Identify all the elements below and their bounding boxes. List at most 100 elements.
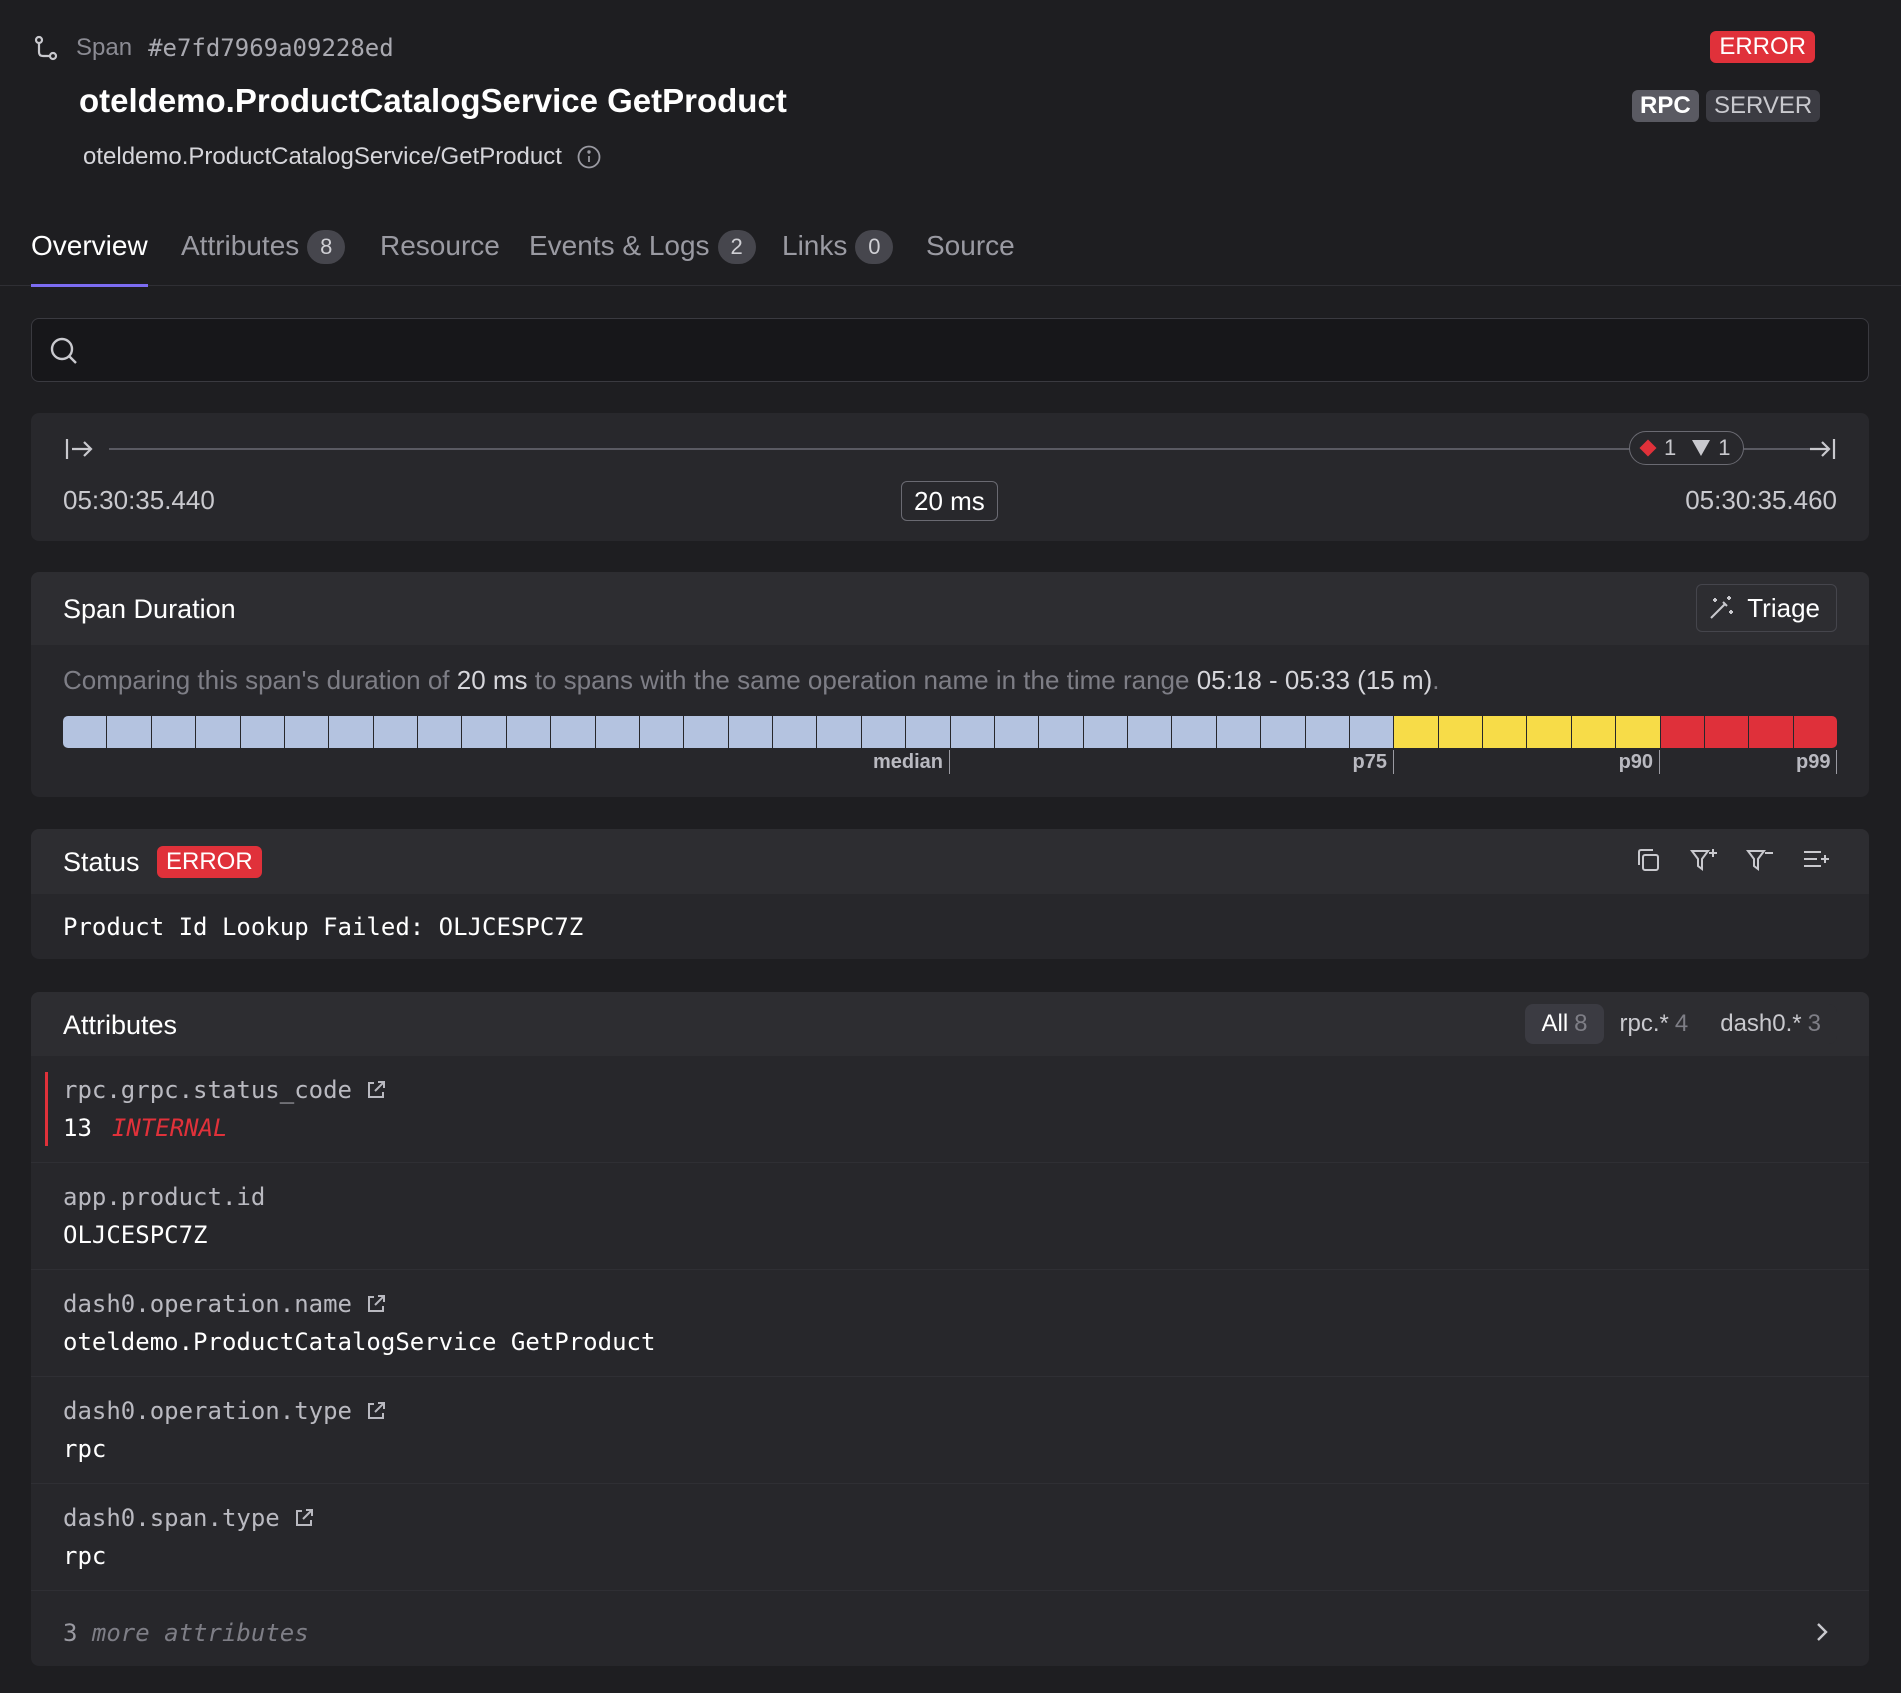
duration-histogram [63,716,1837,748]
status-title: Status [63,847,140,877]
error-marker-icon [1639,439,1657,457]
histogram-bucket [1704,716,1750,748]
attribute-key: dash0.operation.type [63,1397,388,1425]
filter-all[interactable]: All 8 [1525,1004,1604,1044]
histogram-bucket [950,716,995,748]
tab-label: Links [782,230,848,261]
jump-to-start-icon[interactable] [64,435,94,463]
more-attributes-row[interactable]: 3 more attributes [31,1599,1869,1666]
histogram-bucket [1216,716,1262,748]
status-actions [1633,845,1831,875]
filter-count: 4 [1674,1010,1689,1037]
attributes-card: Attributes All 8 rpc.* 4 dash0.* 3 rpc.grpc… [31,992,1869,1666]
tab-bar: Overview Attributes 8 Resource Events & L… [0,222,1901,287]
search-bar [31,318,1869,382]
search-input[interactable] [96,319,1856,381]
external-link-icon[interactable] [364,1292,388,1316]
page-title: oteldemo.ProductCatalogService GetProduc… [79,82,787,119]
external-link-icon[interactable] [364,1399,388,1423]
histogram-bucket [63,716,108,748]
histogram-bucket [728,716,773,748]
histogram-bucket [906,716,951,748]
histogram-bucket [196,716,241,748]
cmp-range: 05:18 - 05:33 (15 m) [1196,665,1433,695]
attribute-value-text: 13 [63,1114,92,1142]
histogram-bucket [1394,716,1439,748]
histogram-bucket [861,716,907,748]
filter-label: rpc.* [1619,1010,1669,1037]
tab-links[interactable]: Links 0 [782,222,894,286]
histogram-bucket [994,716,1040,748]
filter-label: dash0.* [1720,1010,1802,1037]
add-to-list-icon[interactable] [1801,845,1831,875]
external-link-icon[interactable] [292,1506,316,1530]
attribute-row[interactable]: dash0.span.type rpc [31,1484,1869,1591]
tab-count: 2 [717,230,756,264]
kind-tag-rpc: RPC [1632,90,1699,122]
span-duration-card: Span Duration Triage Comparing this span… [31,572,1869,797]
histogram-bucket [329,716,374,748]
operation-subtitle: oteldemo.ProductCatalogService/GetProduc… [83,143,602,171]
tab-source[interactable]: Source [926,222,1015,286]
attribute-value: oteldemo.ProductCatalogService GetProduc… [63,1328,656,1356]
triage-label: Triage [1747,592,1820,623]
percentile-marker-p99: p99 [1796,750,1838,774]
attribute-row[interactable]: rpc.grpc.status_code 13 INTERNAL [31,1056,1869,1163]
attribute-key-text: dash0.operation.name [63,1290,352,1318]
filter-add-icon[interactable] [1689,845,1719,875]
timeline-duration: 20 ms [901,481,998,521]
timeline-markers[interactable]: 1 1 [1629,431,1744,465]
span-id[interactable]: #e7fd7969a09228ed [148,34,394,62]
tab-attributes[interactable]: Attributes 8 [181,222,346,286]
span-id-line: Span #e7fd7969a09228ed [32,32,394,64]
histogram-bucket [462,716,507,748]
status-message: Product Id Lookup Failed: OLJCESPC7Z [63,913,584,941]
histogram-bucket [240,716,285,748]
histogram-bucket [1660,716,1705,748]
attribute-row[interactable]: dash0.operation.type rpc [31,1377,1869,1484]
copy-icon[interactable] [1633,845,1663,875]
histogram-bucket [373,716,418,748]
histogram-bucket [284,716,330,748]
filter-remove-icon[interactable] [1745,845,1775,875]
external-link-icon[interactable] [364,1078,388,1102]
span-label: Span [76,34,133,61]
histogram-bucket [1039,716,1084,748]
tab-events-logs[interactable]: Events & Logs 2 [529,222,756,286]
attribute-value: 13 INTERNAL [63,1114,228,1142]
attribute-key-text: dash0.operation.type [63,1397,352,1425]
histogram-bucket [551,716,596,748]
triage-button[interactable]: Triage [1696,584,1837,632]
histogram-bucket [1483,716,1528,748]
duration-comparison-text: Comparing this span's duration of 20 ms … [63,665,1440,696]
tab-count: 8 [307,230,346,264]
status-code-name: INTERNAL [111,1114,228,1142]
timeline-track [109,448,1821,450]
info-icon[interactable] [576,144,602,170]
tab-label: Overview [31,230,148,261]
histogram-bucket [1749,716,1794,748]
operation-path: oteldemo.ProductCatalogService/GetProduc… [83,143,562,170]
histogram-bucket [1527,716,1572,748]
tab-overview[interactable]: Overview [31,222,148,287]
histogram-bucket [1571,716,1617,748]
histogram-bucket [595,716,640,748]
histogram-bucket [1438,716,1483,748]
percentile-marker-median: median [873,750,951,774]
attribute-value: OLJCESPC7Z [63,1221,208,1249]
tab-resource[interactable]: Resource [380,222,500,286]
cmp-duration: 20 ms [456,665,528,695]
attributes-title: Attributes [63,1010,178,1040]
attribute-row[interactable]: app.product.id OLJCESPC7Z [31,1163,1869,1270]
attributes-header: Attributes All 8 rpc.* 4 dash0.* 3 [31,992,1869,1056]
chevron-right-icon [1817,1623,1828,1641]
status-badge: ERROR [157,846,262,878]
jump-to-end-icon[interactable] [1807,435,1837,463]
tab-label: Attributes [181,230,300,261]
cmp-prefix: Comparing this span's duration of [63,665,457,695]
attribute-value: rpc [63,1542,107,1570]
filter-rpc[interactable]: rpc.* 4 [1604,1004,1705,1044]
filter-dash0[interactable]: dash0.* 3 [1704,1004,1837,1044]
filter-label: All [1541,1010,1569,1037]
attribute-row[interactable]: dash0.operation.name oteldemo.ProductCat… [31,1270,1869,1377]
